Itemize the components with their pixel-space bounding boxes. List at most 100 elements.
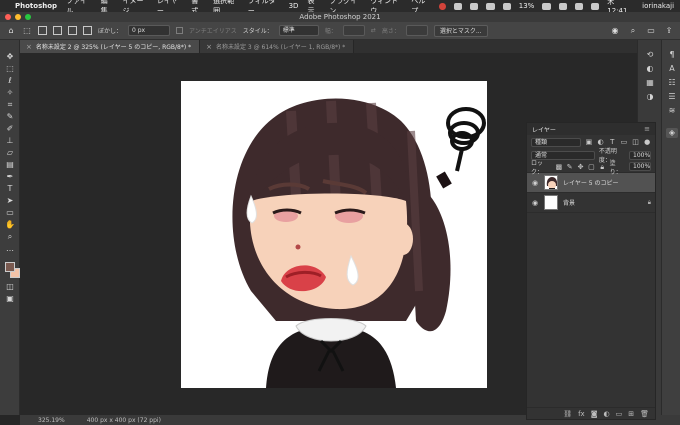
crop-icon[interactable]: ⌗ (4, 100, 16, 110)
swatches-icon[interactable]: ▦ (644, 78, 656, 88)
adjustments-icon[interactable]: ◑ (644, 92, 656, 102)
swap-icon[interactable]: ⇄ (371, 27, 376, 34)
tab-label: 名称未設定 3 @ 614% (レイヤー 1, RGB/8*) * (215, 44, 346, 51)
shape-icon[interactable]: ▭ (4, 208, 16, 218)
magic-wand-icon[interactable]: ✧ (4, 88, 16, 98)
fill-input[interactable]: 100% (629, 162, 652, 171)
pen-icon[interactable]: ✒ (4, 172, 16, 182)
eyedropper-icon[interactable]: ✎ (4, 112, 16, 122)
home-icon[interactable]: ⌂ (6, 26, 16, 36)
layer-name[interactable]: 背景 (563, 198, 575, 207)
color-icon[interactable]: ◐ (644, 64, 656, 74)
wifi-icon[interactable] (558, 2, 567, 10)
search-icon[interactable] (574, 2, 583, 10)
marquee-icon[interactable]: ⬚ (4, 64, 16, 74)
character-icon[interactable]: A (666, 64, 678, 74)
layers-panel-title[interactable]: レイヤー (532, 125, 556, 134)
bluetooth-icon[interactable] (486, 2, 495, 10)
layers-icon[interactable]: ◈ (666, 128, 678, 138)
zoom-icon[interactable]: ⌕ (4, 232, 16, 242)
zoom-level[interactable]: 325.19% (38, 417, 65, 424)
link-layers-icon[interactable]: ⛓ (563, 410, 572, 418)
path-select-icon[interactable]: ➤ (4, 196, 16, 206)
visibility-eye-icon[interactable]: ◉ (531, 199, 539, 207)
panel-menu-icon[interactable]: ≡ (644, 125, 650, 133)
paragraph-icon[interactable]: ¶ (666, 50, 678, 60)
adjustment-layer-icon[interactable]: ◐ (604, 410, 610, 418)
properties-icon[interactable]: ☷ (666, 78, 678, 88)
opacity-input[interactable]: 100% (629, 150, 651, 160)
layer-style-icon[interactable]: fx (578, 410, 585, 418)
lock-transparent-icon[interactable]: ▩ (556, 163, 563, 171)
lock-artboard-icon[interactable]: ▢ (588, 163, 595, 171)
filter-pixel-icon[interactable]: ▣ (585, 138, 593, 146)
lock-all-icon[interactable]: 🔒︎ (599, 163, 606, 171)
document-info[interactable]: 400 px x 400 px (72 ppi) (87, 417, 161, 424)
move-icon[interactable]: ✥ (4, 52, 16, 62)
eraser-icon[interactable]: ▱ (4, 148, 16, 158)
filter-shape-icon[interactable]: ▭ (620, 138, 628, 146)
share-icon[interactable]: ⇪ (664, 26, 674, 36)
delete-layer-icon[interactable]: 🗑︎ (640, 410, 649, 418)
zoom-window-icon[interactable] (25, 14, 31, 20)
more-icon[interactable]: … (4, 244, 16, 254)
new-selection-icon[interactable] (38, 26, 47, 35)
new-group-icon[interactable]: ▭ (616, 410, 623, 418)
close-window-icon[interactable] (5, 14, 11, 20)
add-selection-icon[interactable] (53, 26, 62, 35)
volume-icon[interactable] (502, 2, 511, 10)
style-select[interactable]: 標準 (278, 25, 319, 36)
layer-row-background[interactable]: ◉ 背景 🔒︎ (527, 193, 655, 213)
creative-cloud-icon[interactable] (453, 2, 463, 10)
layer-lock-icon[interactable]: 🔒︎ (648, 199, 651, 207)
history-icon[interactable]: ⟲ (644, 50, 656, 60)
gradient-icon[interactable]: ▤ (4, 160, 16, 170)
quick-mask-icon[interactable]: ◫ (4, 282, 16, 292)
close-tab-icon[interactable]: × (206, 43, 212, 51)
antialias-checkbox[interactable] (176, 27, 184, 34)
new-layer-icon[interactable]: ⊞ (628, 410, 634, 418)
user-name[interactable]: iorinakaji (642, 2, 674, 10)
filter-type-icon[interactable]: T (608, 138, 616, 146)
battery-icon[interactable] (542, 2, 551, 10)
channels-icon[interactable]: ≋ (666, 106, 678, 116)
select-and-mask-button[interactable]: 選択とマスク... (433, 24, 488, 37)
close-tab-icon[interactable]: × (26, 43, 32, 51)
libraries-icon[interactable]: ☰ (666, 92, 678, 102)
feather-input[interactable]: 0 px (128, 25, 171, 36)
user-icon[interactable]: ◉ (610, 26, 620, 36)
height-input[interactable] (405, 25, 428, 36)
visibility-eye-icon[interactable]: ◉ (531, 179, 539, 187)
minimize-window-icon[interactable] (15, 14, 21, 20)
lock-position-icon[interactable]: ✥ (577, 163, 584, 171)
lasso-icon[interactable]: ℓ (4, 76, 16, 86)
layer-row-copy[interactable]: ◉ レイヤー 5 のコピー (527, 173, 655, 193)
tab-document-2[interactable]: × 名称未設定 2 @ 325% (レイヤー 5 のコピー, RGB/8*) * (20, 40, 201, 53)
filter-adjust-icon[interactable]: ◐ (597, 138, 605, 146)
document-canvas[interactable] (181, 81, 487, 388)
filter-smart-icon[interactable]: ◫ (632, 138, 640, 146)
control-center-icon[interactable] (591, 2, 600, 10)
menu-3d[interactable]: 3D (289, 2, 299, 10)
foreground-color-swatch[interactable] (5, 262, 15, 272)
menu-app-name[interactable]: Photoshop (15, 2, 57, 10)
add-mask-icon[interactable]: ◙ (591, 410, 598, 418)
tab-document-3[interactable]: × 名称未設定 3 @ 614% (レイヤー 1, RGB/8*) * (200, 40, 355, 53)
brush-icon[interactable]: ✐ (4, 124, 16, 134)
lock-pixels-icon[interactable]: ✎ (566, 163, 573, 171)
width-input[interactable] (342, 25, 365, 36)
screen-mode-icon[interactable]: ▣ (4, 294, 16, 304)
workspace-icon[interactable]: ▭ (646, 26, 656, 36)
record-icon[interactable] (439, 2, 446, 10)
music-icon[interactable] (470, 2, 479, 10)
text-icon[interactable]: T (4, 184, 16, 194)
layer-name[interactable]: レイヤー 5 のコピー (563, 178, 618, 187)
hand-icon[interactable]: ✋ (4, 220, 16, 230)
marquee-preset-icon[interactable]: ⬚ (22, 26, 32, 36)
layer-filter-select[interactable]: 種類 (531, 137, 582, 147)
stamp-icon[interactable]: ⊥ (4, 136, 16, 146)
search-icon[interactable]: ⌕ (628, 26, 638, 36)
subtract-selection-icon[interactable] (68, 26, 77, 35)
intersect-selection-icon[interactable] (83, 26, 92, 35)
filter-toggle-icon[interactable]: ● (643, 138, 651, 146)
